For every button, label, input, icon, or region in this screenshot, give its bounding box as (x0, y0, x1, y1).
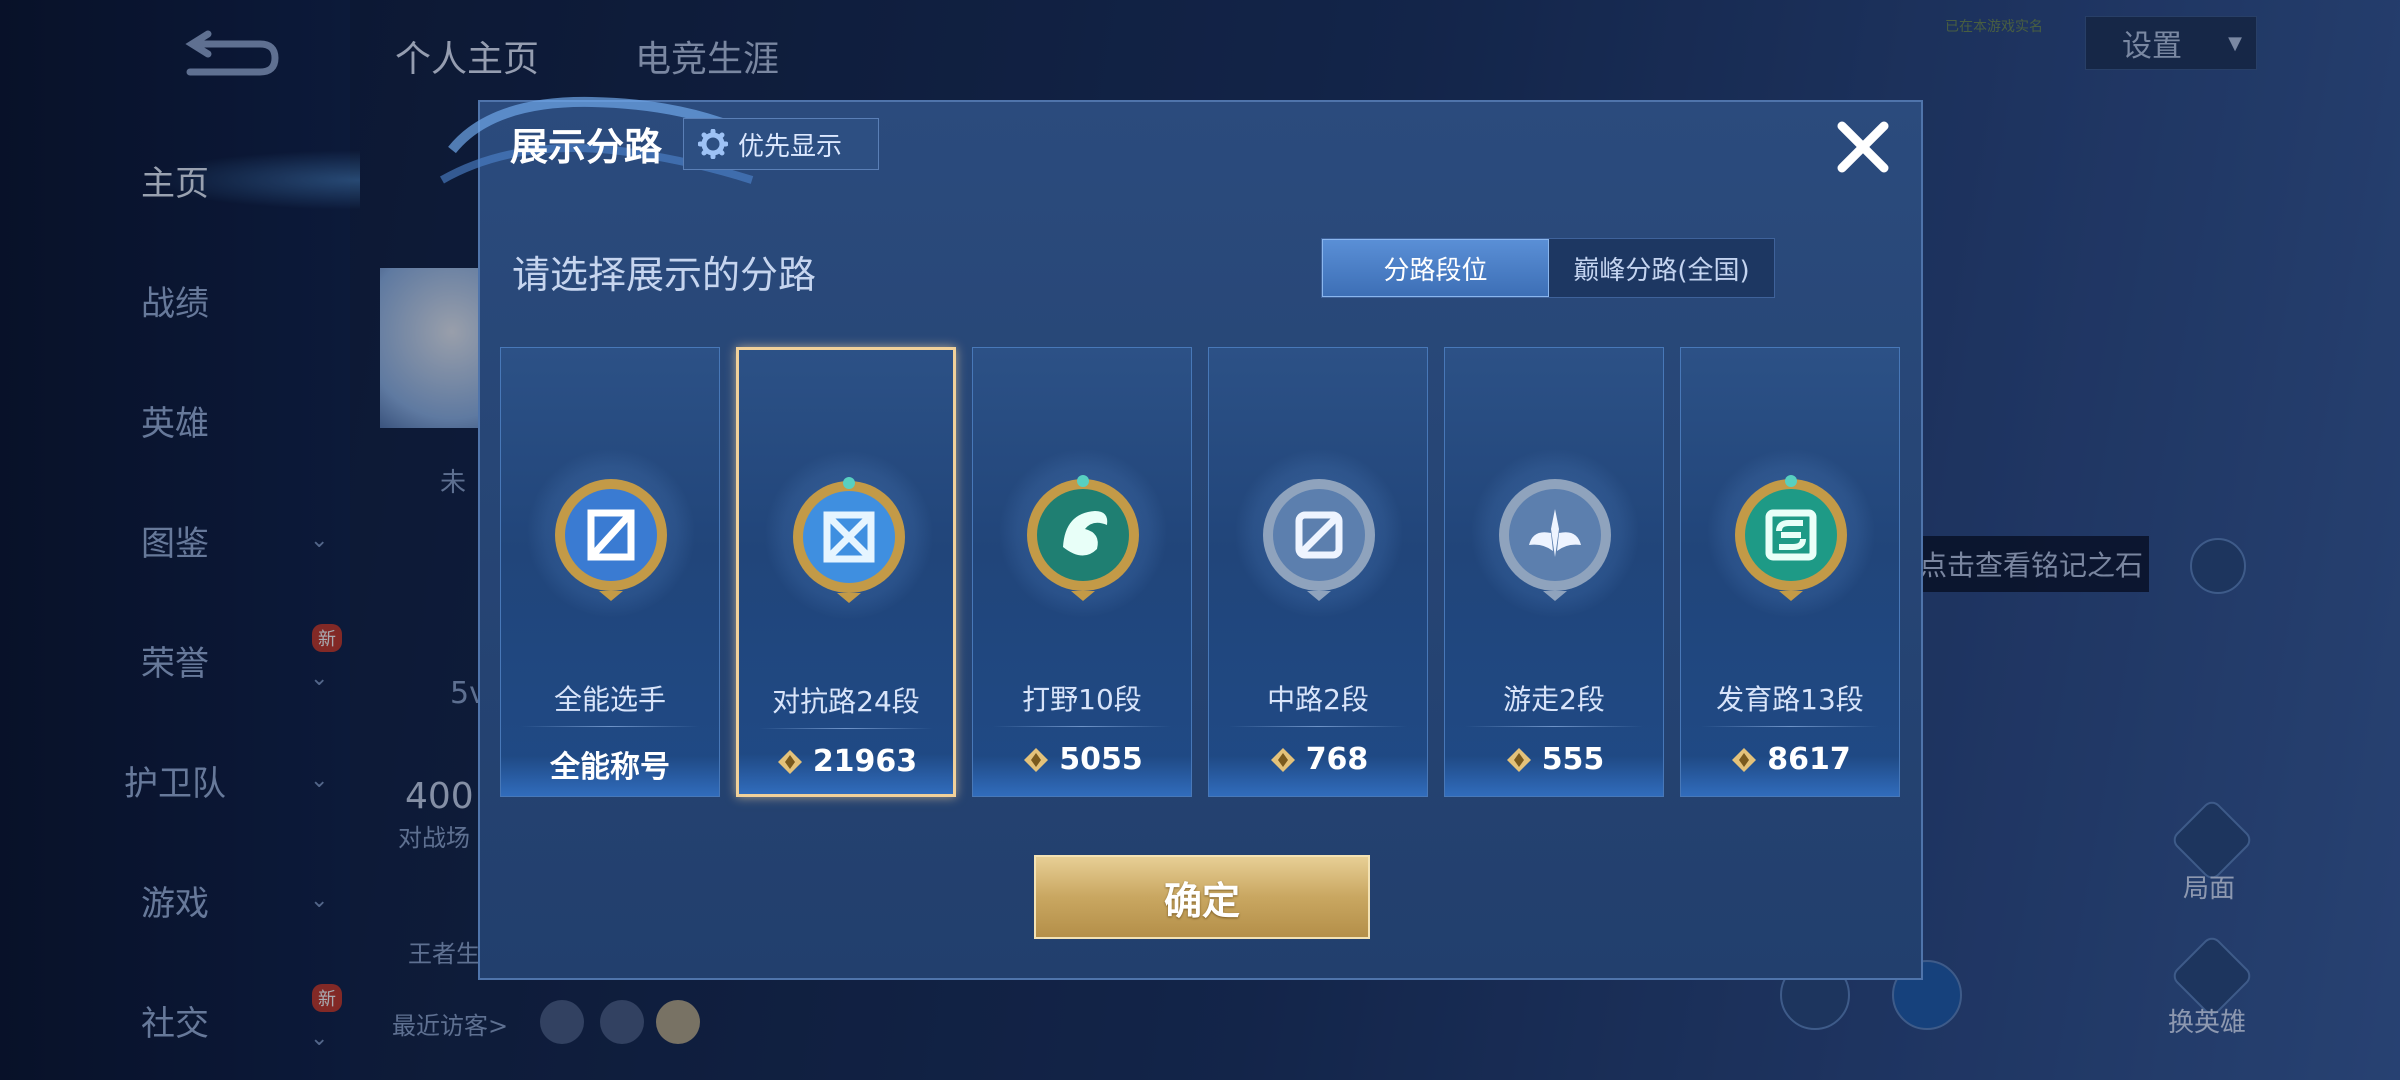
divider (759, 728, 933, 729)
lane-score: 21963 (739, 744, 953, 779)
lane-score: 768 (1209, 742, 1427, 777)
rank-points-icon (1732, 747, 1757, 772)
divider (1465, 726, 1643, 727)
lane-score-value: 21963 (812, 744, 918, 779)
lane-score-value: 全能称号 (550, 750, 670, 785)
divider (1701, 726, 1879, 727)
lane-score-value: 5055 (1059, 742, 1143, 777)
lane-score: 8617 (1681, 742, 1899, 777)
lane-name: 打野10段 (1022, 683, 1142, 716)
lane-card-jungle[interactable]: 打野10段 5055 (972, 347, 1192, 797)
ranking-mode-toggle: 分路段位 巅峰分路(全国) (1321, 238, 1775, 298)
rank-points-icon (777, 749, 802, 774)
lane-name: 对抗路24段 (772, 685, 920, 718)
priority-display-label: 优先显示 (738, 131, 843, 162)
farm-lane-badge-icon (1735, 475, 1847, 601)
mid-lane-badge-icon (1263, 479, 1375, 601)
lane-score-value: 768 (1305, 742, 1369, 777)
jungle-badge-icon (1027, 475, 1139, 601)
lane-score-value: 555 (1541, 742, 1605, 777)
lane-name: 全能选手 (553, 683, 666, 716)
gear-icon (698, 129, 728, 159)
dialog-subtitle: 请选择展示的分路 (512, 253, 817, 297)
lane-name: 中路2段 (1267, 683, 1369, 716)
lane-name: 发育路13段 (1716, 683, 1864, 716)
toggle-peak-lane-national[interactable]: 巅峰分路(全国) (1549, 239, 1774, 297)
dialog-title: 展示分路 (510, 125, 663, 169)
lane-display-dialog: 展示分路 优先显示 请选择展示的分路 分路段位 巅峰分路(全国) 全能选手 全能… (440, 96, 1923, 980)
lane-card-farm-lane[interactable]: 发育路13段 8617 (1680, 347, 1900, 797)
lane-score: 555 (1445, 742, 1663, 777)
lane-card-all-round[interactable]: 全能选手 全能称号 (500, 347, 720, 797)
confirm-button[interactable]: 确定 (1034, 855, 1370, 939)
confirm-label: 确定 (1163, 878, 1240, 923)
lane-score-value: 8617 (1767, 742, 1851, 777)
roam-badge-icon (1499, 479, 1611, 601)
toggle-lane-rank[interactable]: 分路段位 (1322, 239, 1549, 297)
divider (1229, 726, 1407, 727)
lane-score: 全能称号 (501, 742, 719, 786)
priority-display-button[interactable]: 优先显示 (683, 118, 879, 170)
close-icon[interactable] (1828, 112, 1898, 182)
lane-name: 游走2段 (1503, 683, 1605, 716)
lane-card-clash-lane[interactable]: 对抗路24段 21963 (736, 347, 956, 797)
rank-points-icon (1270, 747, 1295, 772)
lane-card-mid-lane[interactable]: 中路2段 768 (1208, 347, 1428, 797)
clash-lane-badge-icon (793, 477, 905, 603)
lane-score: 5055 (973, 742, 1191, 777)
divider (993, 726, 1171, 727)
rank-points-icon (1024, 747, 1049, 772)
rank-points-icon (1506, 747, 1531, 772)
divider (521, 726, 699, 727)
all-round-badge-icon (555, 479, 667, 601)
lane-card-roam[interactable]: 游走2段 555 (1444, 347, 1664, 797)
